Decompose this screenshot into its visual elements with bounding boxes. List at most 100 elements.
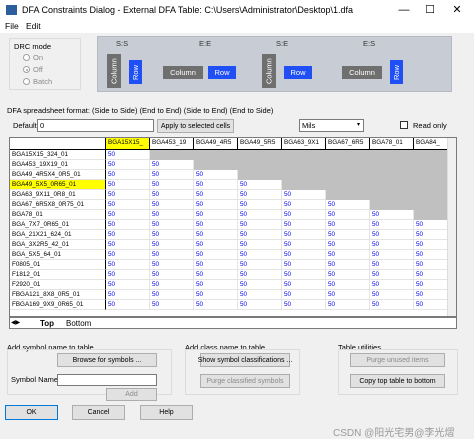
table-cell[interactable]: 50 [282,270,326,280]
table-cell[interactable]: 50 [106,300,150,310]
maximize-icon[interactable]: ☐ [420,2,440,18]
column-header[interactable]: BGA67_6R5 [326,138,370,150]
table-cell[interactable]: 50 [326,300,370,310]
column-header[interactable]: BGA63_9X1 [282,138,326,150]
table-cell[interactable]: 50 [370,240,414,250]
row-header[interactable]: BGA_21X21_624_01 [10,230,106,240]
table-cell[interactable]: 50 [370,220,414,230]
minimize-icon[interactable]: — [394,2,414,18]
table-cell[interactable]: 50 [282,210,326,220]
table-cell[interactable]: 50 [370,270,414,280]
table-cell[interactable]: 50 [282,250,326,260]
table-cell[interactable]: 50 [150,160,194,170]
table-cell[interactable]: 50 [194,290,238,300]
table-cell[interactable]: 50 [238,200,282,210]
table-cell[interactable]: 50 [106,250,150,260]
row-header[interactable]: BGA453_19X19_01 [10,160,106,170]
table-cell[interactable]: 50 [150,210,194,220]
add-symbol-button[interactable]: Add [106,388,157,401]
table-cell[interactable]: 50 [370,250,414,260]
table-cell[interactable]: 50 [238,270,282,280]
row-header[interactable]: FBGA169_9X9_0R65_01 [10,300,106,310]
table-cell[interactable]: 50 [326,210,370,220]
table-cell[interactable]: 50 [370,290,414,300]
table-cell[interactable]: 50 [194,210,238,220]
table-cell[interactable]: 50 [370,300,414,310]
drc-batch-radio[interactable] [23,78,30,85]
table-cell[interactable]: 50 [194,200,238,210]
table-cell[interactable]: 50 [106,210,150,220]
table-cell[interactable]: 50 [238,300,282,310]
table-cell[interactable]: 50 [282,280,326,290]
table-cell[interactable]: 50 [106,280,150,290]
table-cell[interactable]: 50 [150,270,194,280]
table-cell[interactable]: 50 [194,220,238,230]
table-cell[interactable]: 50 [150,180,194,190]
table-cell[interactable]: 50 [194,190,238,200]
table-cell[interactable]: 50 [194,270,238,280]
ok-button[interactable]: OK [5,405,58,420]
column-header[interactable]: BGA15X15_ [106,138,150,150]
column-header[interactable]: BGA453_19 [150,138,194,150]
row-header[interactable]: F0805_01 [10,260,106,270]
table-cell[interactable]: 50 [106,170,150,180]
cancel-button[interactable]: Cancel [72,405,125,420]
table-cell[interactable]: 50 [150,200,194,210]
table-cell[interactable]: 50 [150,190,194,200]
table-cell[interactable]: 50 [326,290,370,300]
table-cell[interactable]: 50 [370,210,414,220]
table-cell[interactable]: 50 [106,230,150,240]
table-cell[interactable]: 50 [370,260,414,270]
row-header[interactable]: F1812_01 [10,270,106,280]
table-cell[interactable]: 50 [238,250,282,260]
table-cell[interactable]: 50 [238,240,282,250]
table-cell[interactable]: 50 [370,280,414,290]
table-cell[interactable]: 50 [282,300,326,310]
column-header[interactable]: BGA49_4R5 [194,138,238,150]
table-cell[interactable]: 50 [370,230,414,240]
apply-to-selected-button[interactable]: Apply to selected cells [157,119,234,133]
menu-file[interactable]: File [5,21,19,31]
copy-top-to-bottom-button[interactable]: Copy top table to bottom [350,374,445,388]
table-cell[interactable]: 50 [194,180,238,190]
table-cell[interactable]: 50 [150,300,194,310]
symbol-name-input[interactable] [57,374,157,386]
row-header[interactable]: BGA_7X7_0R65_01 [10,220,106,230]
table-cell[interactable]: 50 [238,180,282,190]
help-button[interactable]: Help [140,405,193,420]
close-icon[interactable]: ✕ [447,2,467,18]
purge-classified-symbols-button[interactable]: Purge classified symbols [200,374,290,388]
row-header[interactable]: F2920_01 [10,280,106,290]
grid-scrollbar[interactable] [447,138,456,316]
purge-unused-items-button[interactable]: Purge unused items [350,353,445,367]
table-cell[interactable]: 50 [150,250,194,260]
table-cell[interactable]: 50 [194,300,238,310]
units-select[interactable]: Mils ▾ [299,119,364,132]
browse-symbols-button[interactable]: Browse for symbols ... [57,353,157,367]
table-cell[interactable]: 50 [282,260,326,270]
table-cell[interactable]: 50 [238,290,282,300]
table-cell[interactable]: 50 [238,190,282,200]
table-cell[interactable]: 50 [326,240,370,250]
row-header[interactable]: BGA15X15_324_01 [10,150,106,160]
table-cell[interactable]: 50 [106,190,150,200]
table-cell[interactable]: 50 [238,220,282,230]
table-cell[interactable]: 50 [106,200,150,210]
table-cell[interactable]: 50 [238,280,282,290]
table-cell[interactable]: 50 [326,230,370,240]
table-cell[interactable]: 50 [282,230,326,240]
table-cell[interactable]: 50 [106,220,150,230]
table-cell[interactable]: 50 [238,210,282,220]
table-cell[interactable]: 50 [106,260,150,270]
row-header[interactable]: FBGA121_8X8_0R5_01 [10,290,106,300]
row-header[interactable]: BGA63_9X11_0R8_01 [10,190,106,200]
table-cell[interactable]: 50 [194,250,238,260]
show-symbol-classifications-button[interactable]: Show symbol classifications ... [198,353,292,367]
column-header[interactable]: BGA78_01 [370,138,414,150]
column-header[interactable]: BGA49_5R5 [238,138,282,150]
table-cell[interactable]: 50 [282,200,326,210]
table-cell[interactable]: 50 [150,230,194,240]
table-cell[interactable]: 50 [326,280,370,290]
tab-scroll-left-icon[interactable]: ◀▶ [11,319,20,326]
row-header[interactable]: BGA_5X5_64_01 [10,250,106,260]
